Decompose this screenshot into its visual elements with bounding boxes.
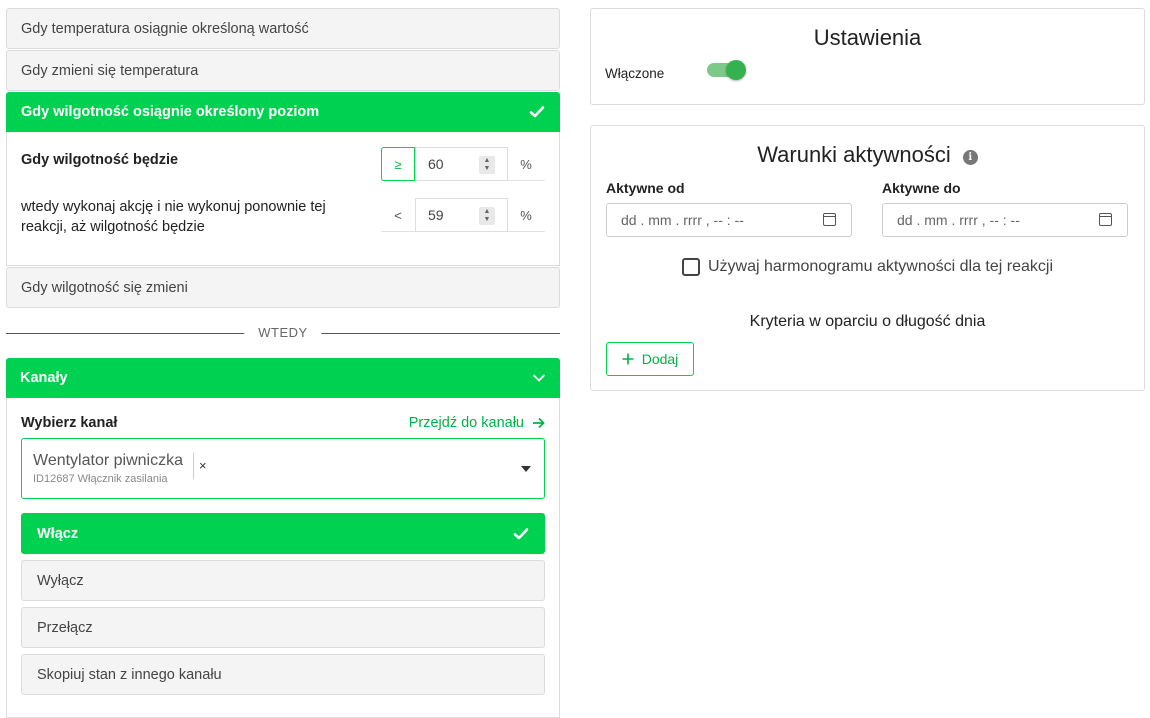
trigger-humidity-reaches[interactable]: Gdy wilgotność osiągnie określony poziom [6,92,560,132]
condition-label: Gdy wilgotność będzie [21,152,179,168]
arrow-right-icon [533,417,545,429]
spin-down-icon[interactable]: ▼ [484,216,491,224]
date-placeholder: dd . mm . rrrr , -- : -- [897,212,1020,228]
chevron-down-icon [532,374,546,382]
check-icon [513,527,529,539]
settings-card: Ustawienia Włączone [590,8,1145,105]
spin-up-icon[interactable]: ▲ [484,157,491,165]
action-label: Wyłącz [37,572,84,589]
selected-channel-name: Wentylator piwniczka [33,452,183,469]
plus-icon [622,353,634,365]
channel-select[interactable]: Wentylator piwniczka ID12687 Włącznik za… [21,438,545,499]
toggle-knob [726,60,746,80]
clear-selection-icon[interactable]: × [199,458,207,473]
channels-title: Kanały [20,370,68,386]
reset-input-group: < 59 ▲ ▼ % [381,198,545,232]
number-spinner[interactable]: ▲ ▼ [479,207,495,225]
active-from-input[interactable]: dd . mm . rrrr , -- : -- [606,203,852,237]
spin-down-icon[interactable]: ▼ [484,165,491,173]
conditions-title: Warunki aktywności [757,142,951,167]
enabled-toggle[interactable] [707,60,746,80]
action-toggle[interactable]: Przełącz [21,607,545,648]
trigger-label: Gdy wilgotność osiągnie określony poziom [21,104,320,120]
trigger-label: Gdy zmieni się temperatura [21,62,199,79]
go-to-channel-link[interactable]: Przejdź do kanału [409,415,545,431]
operator-button[interactable]: ≥ [381,147,415,181]
enabled-label: Włączone [605,66,665,81]
trigger-label: Gdy temperatura osiągnie określoną warto… [21,20,309,37]
humidity-condition-panel: Gdy wilgotność będzie ≥ 60 ▲ ▼ % wtedy wy… [6,132,560,266]
calendar-icon[interactable] [1099,213,1112,226]
schedule-label[interactable]: Używaj harmonogramu aktywności dla tej r… [708,258,1053,276]
number-spinner[interactable]: ▲ ▼ [479,156,495,174]
operator-label: < [394,207,402,223]
channels-panel: Wybierz kanał Przejdź do kanału Wentylat… [6,398,560,718]
schedule-option: Używaj harmonogramu aktywności dla tej r… [591,258,1144,276]
threshold-input[interactable]: 60 ▲ ▼ [415,147,508,181]
activity-conditions-card: Warunki aktywności i Aktywne od Aktywne d… [590,125,1145,391]
info-icon[interactable]: i [962,150,978,165]
add-criteria-button[interactable]: Dodaj [606,342,694,376]
unit-label: % [520,156,532,172]
active-to-input[interactable]: dd . mm . rrrr , -- : -- [882,203,1128,237]
unit-label: % [520,207,532,223]
action-turn-on[interactable]: Włącz [21,513,545,554]
then-divider: WTEDY [6,320,560,350]
reset-threshold-value: 59 [428,207,444,223]
reset-threshold-input[interactable]: 59 ▲ ▼ [415,198,508,232]
check-icon [529,106,545,118]
divider-label: WTEDY [244,325,322,340]
selected-channel-subtitle: ID12687 Włącznik zasilania [33,473,168,485]
conditions-title-row: Warunki aktywności i [591,142,1144,168]
trigger-humidity-changes[interactable]: Gdy wilgotność się zmieni [6,267,560,308]
link-text: Przejdź do kanału [408,415,524,431]
action-list: Włącz Wyłącz Przełącz Skopiuj stan z inn… [21,513,545,701]
active-to-label: Aktywne do [882,180,961,196]
action-label: Przełącz [37,619,93,636]
threshold-value: 60 [428,156,444,172]
separator [193,453,194,479]
trigger-temperature-reaches[interactable]: Gdy temperatura osiągnie określoną warto… [6,8,560,49]
date-placeholder: dd . mm . rrrr , -- : -- [621,212,744,228]
active-from-label: Aktywne od [606,180,685,196]
spin-up-icon[interactable]: ▲ [484,208,491,216]
trigger-label: Gdy wilgotność się zmieni [21,279,188,296]
trigger-column: Gdy temperatura osiągnie określoną warto… [6,8,560,718]
threshold-input-group: ≥ 60 ▲ ▼ % [381,147,545,181]
settings-title: Ustawienia [813,25,922,50]
action-copy-state[interactable]: Skopiuj stan z innego kanału [21,654,545,695]
caret-down-icon[interactable] [521,466,531,472]
add-label: Dodaj [641,351,679,367]
settings-column: Ustawienia Włączone Warunki aktywności i … [590,8,1145,391]
action-turn-off[interactable]: Wyłącz [21,560,545,601]
channels-header[interactable]: Kanały [6,358,560,398]
trigger-temperature-changes[interactable]: Gdy zmieni się temperatura [6,50,560,91]
action-label: Skopiuj stan z innego kanału [37,666,222,683]
calendar-icon[interactable] [823,213,836,226]
schedule-checkbox[interactable] [681,258,700,276]
criteria-heading: Kryteria w oparciu o długość dnia [749,313,986,330]
action-label: Włącz [37,525,79,542]
select-channel-label: Wybierz kanał [21,415,118,431]
reset-condition-label: wtedy wykonaj akcję i nie wykonuj ponown… [21,199,326,235]
